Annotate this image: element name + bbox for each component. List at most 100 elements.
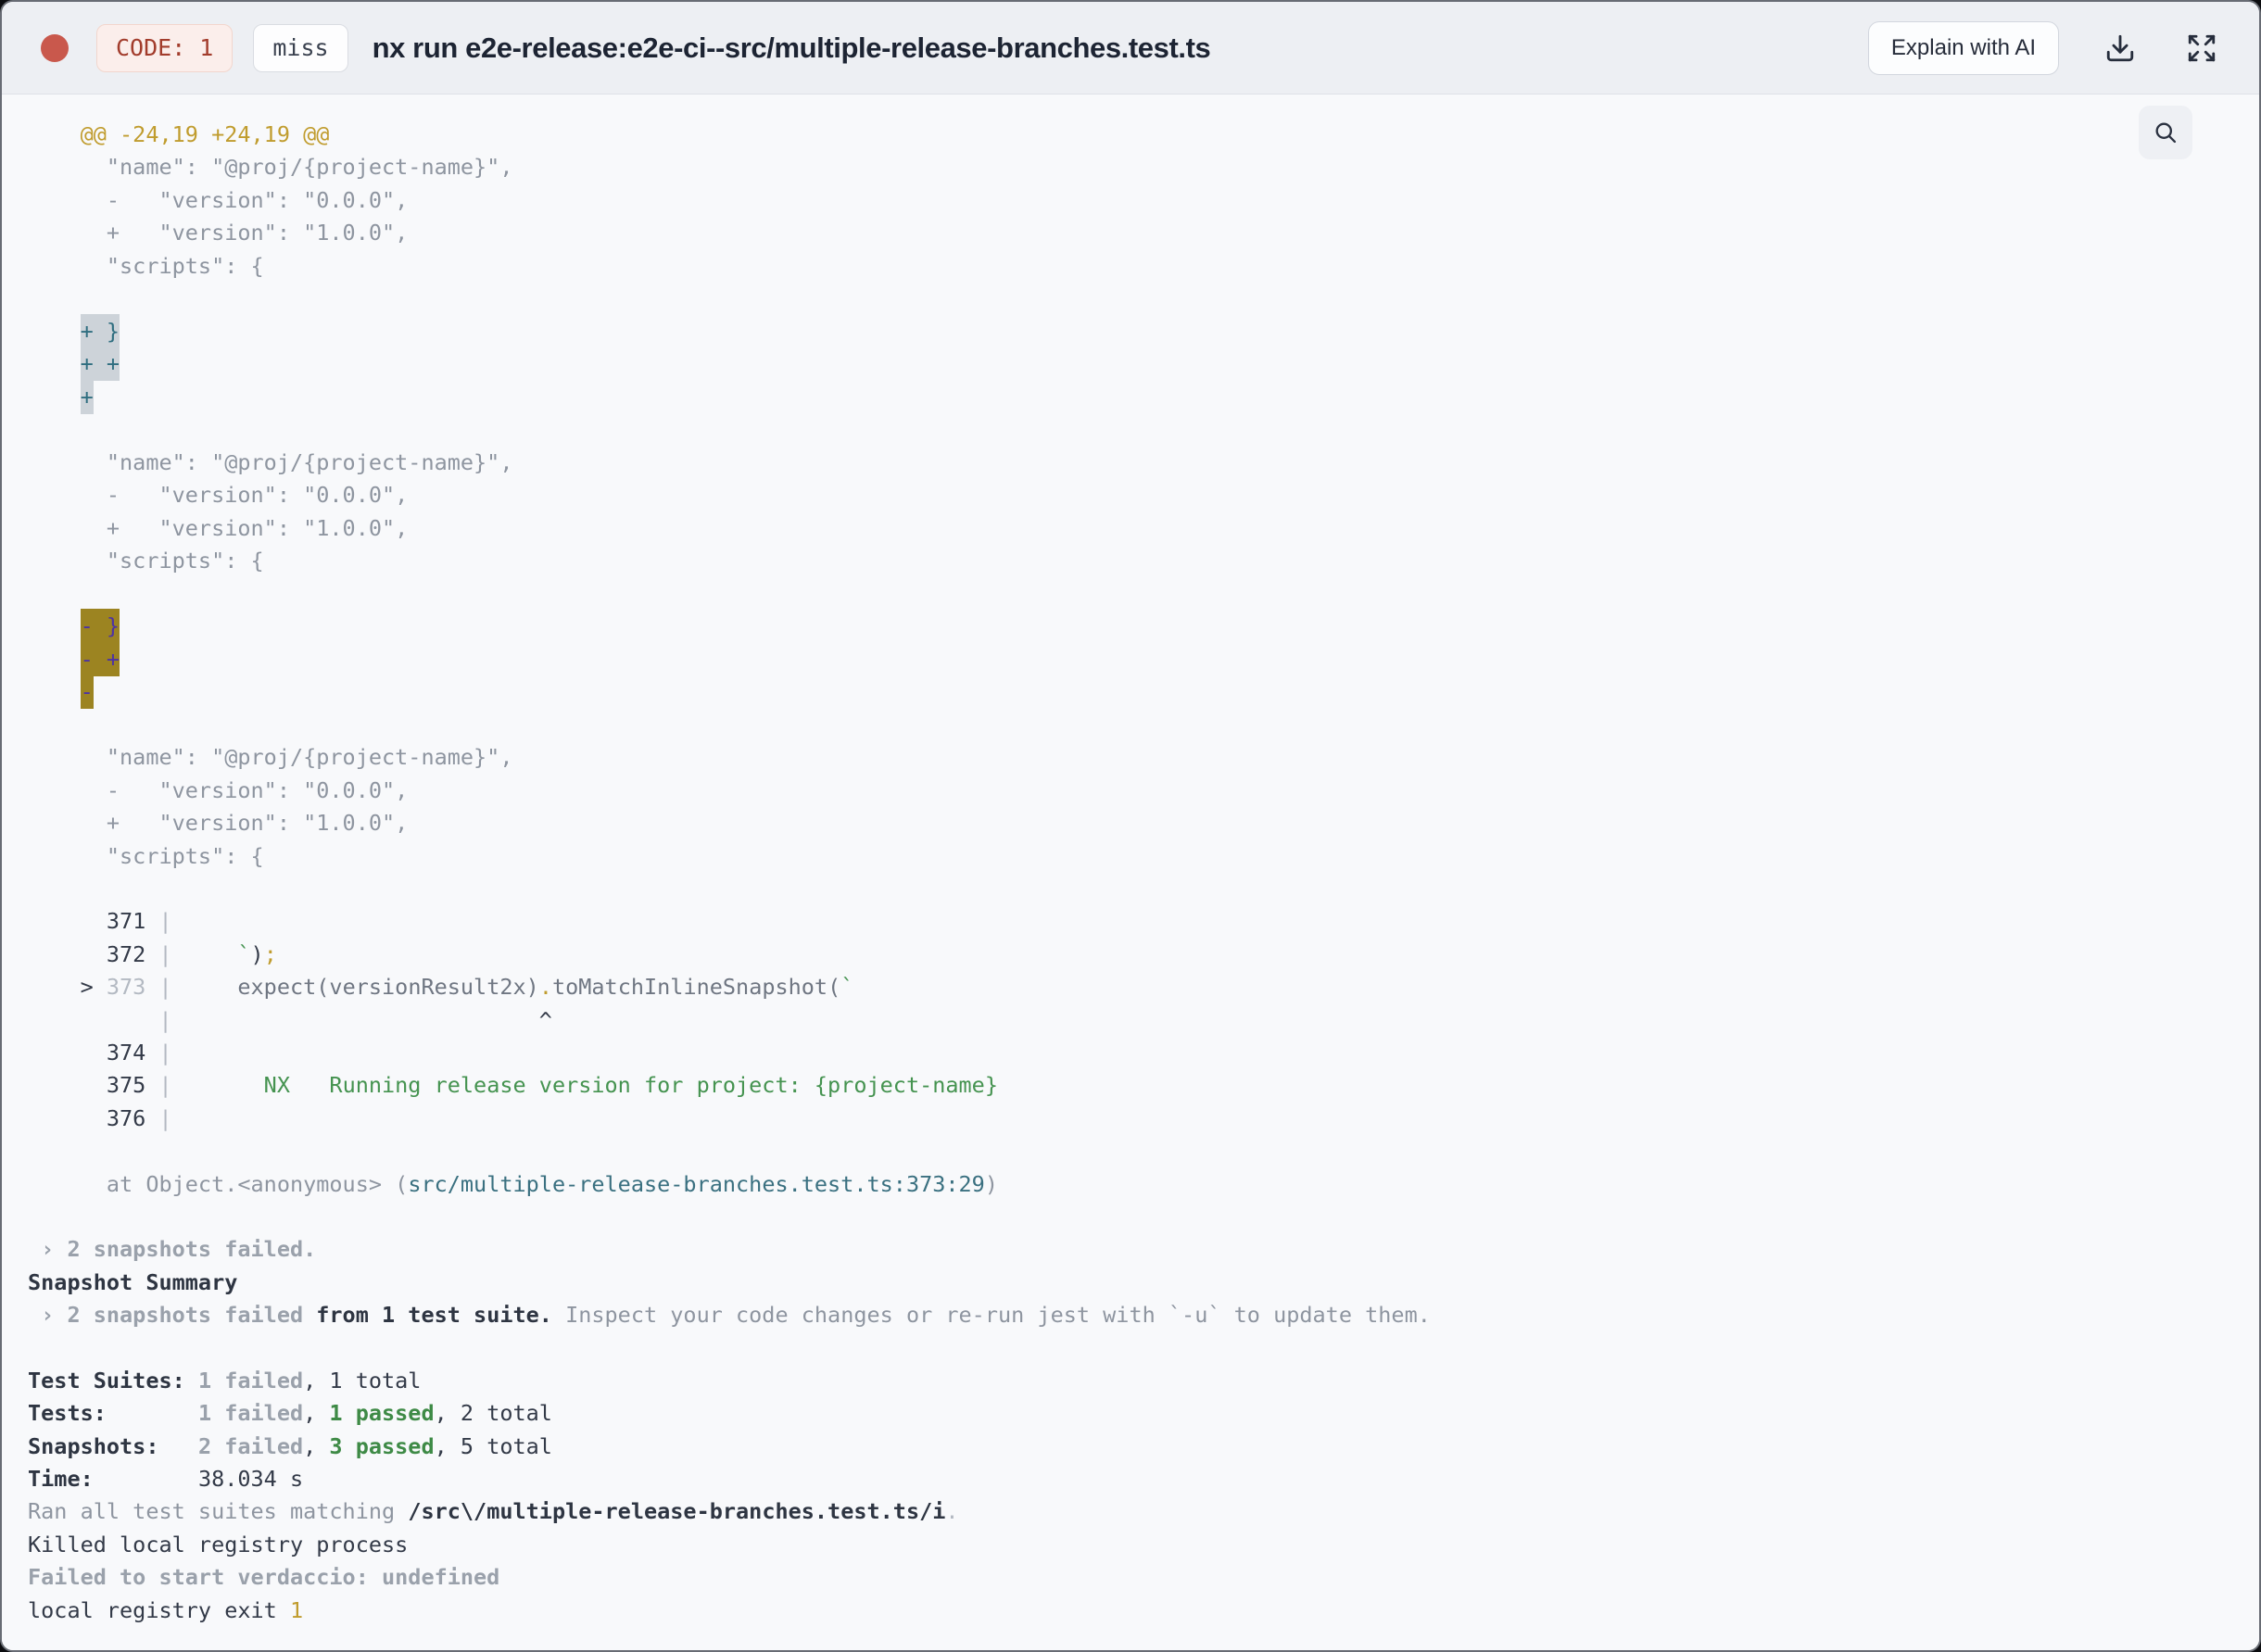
fullscreen-button[interactable] bbox=[2181, 28, 2222, 69]
log-span: Time: bbox=[28, 1466, 198, 1493]
log-span bbox=[28, 941, 107, 967]
log-line: "scripts": { bbox=[28, 545, 2259, 577]
log-output: @@ -24,19 +24,19 @@ "name": "@proj/{proj… bbox=[2, 95, 2259, 1627]
download-button[interactable] bbox=[2100, 28, 2141, 69]
log-span: , bbox=[303, 1400, 330, 1427]
status-dot bbox=[41, 33, 69, 62]
log-span: /src\/multiple-release-branches.test.ts/… bbox=[408, 1498, 946, 1525]
log-line: + "version": "1.0.0", bbox=[28, 217, 2259, 249]
explain-with-ai-button[interactable]: Explain with AI bbox=[1867, 20, 2059, 75]
log-span: 376 bbox=[106, 1104, 146, 1131]
log-span: 2 failed bbox=[197, 1432, 304, 1459]
log-panel[interactable]: @@ -24,19 +24,19 @@ "name": "@proj/{proj… bbox=[2, 95, 2259, 1650]
log-line: - "version": "0.0.0", bbox=[28, 775, 2259, 807]
log-span: + } bbox=[80, 313, 120, 348]
log-span: , bbox=[303, 1432, 330, 1459]
exit-code-badge: CODE: 1 bbox=[96, 23, 234, 72]
log-line: + "version": "1.0.0", bbox=[28, 512, 2259, 545]
log-span: 372 bbox=[106, 940, 146, 967]
log-line: Ran all test suites matching /src\/multi… bbox=[28, 1495, 2259, 1528]
log-line: 375 | NX Running release version for pro… bbox=[28, 1069, 2259, 1102]
log-span: Failed to start verdaccio: undefined bbox=[28, 1564, 500, 1591]
log-span: | bbox=[145, 940, 172, 967]
log-span: , 2 total bbox=[434, 1400, 552, 1427]
search-button[interactable] bbox=[2139, 106, 2192, 159]
log-line: 376 | bbox=[28, 1103, 2259, 1135]
log-span: "name": "@proj/{project-name}", bbox=[28, 154, 513, 181]
log-span bbox=[28, 908, 107, 934]
log-span bbox=[172, 974, 238, 1000]
log-span: 1 failed bbox=[197, 1367, 304, 1393]
log-line: "scripts": { bbox=[28, 250, 2259, 283]
log-span: @@ -24,19 +24,19 @@ bbox=[28, 121, 330, 147]
search-icon bbox=[2153, 120, 2179, 145]
log-span: - bbox=[80, 675, 94, 710]
task-output-window: CODE: 1 miss nx run e2e-release:e2e-ci--… bbox=[0, 0, 2261, 1652]
log-line: - } bbox=[28, 609, 2259, 644]
log-line: local registry exit 1 bbox=[28, 1595, 2259, 1627]
cache-miss-badge: miss bbox=[253, 23, 348, 72]
log-span: ) bbox=[984, 1170, 998, 1197]
header: CODE: 1 miss nx run e2e-release:e2e-ci--… bbox=[2, 2, 2259, 95]
log-span: Tests: bbox=[28, 1400, 198, 1427]
log-span: "scripts": { bbox=[28, 842, 264, 869]
log-span: - } bbox=[80, 609, 120, 644]
log-line: 372 | `); bbox=[28, 939, 2259, 971]
log-span: + bbox=[80, 379, 94, 414]
log-line: - "version": "0.0.0", bbox=[28, 479, 2259, 511]
log-span: . bbox=[945, 1498, 959, 1525]
log-span: "name": "@proj/{project-name}", bbox=[28, 448, 513, 475]
log-span: "name": "@proj/{project-name}", bbox=[28, 744, 513, 771]
log-span bbox=[28, 1072, 107, 1098]
log-span: 1 passed bbox=[329, 1400, 435, 1427]
log-line: Snapshots: 2 failed, 3 passed, 5 total bbox=[28, 1431, 2259, 1463]
log-span bbox=[28, 384, 81, 410]
log-span bbox=[28, 318, 81, 344]
log-span: 375 bbox=[106, 1072, 146, 1099]
log-span: from 1 test suite. bbox=[316, 1302, 552, 1329]
log-span: › 2 snapshots failed bbox=[28, 1302, 317, 1329]
log-span bbox=[28, 646, 81, 672]
log-span: toMatchInlineSnapshot( bbox=[551, 974, 841, 1001]
log-span: ) bbox=[250, 940, 264, 967]
log-span bbox=[28, 351, 81, 377]
log-span: 1 failed bbox=[197, 1400, 304, 1427]
log-span bbox=[28, 1040, 107, 1066]
log-span: 371 bbox=[106, 908, 146, 935]
log-span: - "version": "0.0.0", bbox=[28, 776, 409, 803]
log-span: - + bbox=[80, 641, 120, 676]
log-line: + + bbox=[28, 347, 2259, 382]
log-span: "scripts": { bbox=[28, 548, 264, 574]
log-span: | bbox=[145, 1039, 172, 1066]
log-line: Test Suites: 1 failed, 1 total bbox=[28, 1365, 2259, 1397]
log-line: Time: 38.034 s bbox=[28, 1463, 2259, 1495]
log-span: ; bbox=[263, 940, 277, 967]
log-line: "name": "@proj/{project-name}", bbox=[28, 151, 2259, 183]
log-span: , 1 total bbox=[303, 1367, 422, 1393]
log-span: NX Running release version for project: … bbox=[171, 1072, 998, 1099]
log-line: - "version": "0.0.0", bbox=[28, 184, 2259, 217]
log-span: › 2 snapshots failed. bbox=[28, 1236, 317, 1263]
log-span bbox=[28, 1105, 107, 1131]
log-span: at Object.<anonymous> ( bbox=[28, 1170, 409, 1197]
log-span: | bbox=[28, 1006, 172, 1033]
log-span: > bbox=[28, 974, 107, 1001]
log-line: Tests: 1 failed, 1 passed, 2 total bbox=[28, 1397, 2259, 1430]
log-span: Inspect your code changes or re-run jest… bbox=[551, 1302, 1431, 1329]
log-span: expect(versionResult2x) bbox=[237, 974, 539, 1001]
log-span: + "version": "1.0.0", bbox=[28, 220, 409, 246]
log-span bbox=[172, 941, 238, 967]
log-line: 374 | bbox=[28, 1037, 2259, 1069]
log-span: 3 passed bbox=[329, 1432, 435, 1459]
log-line: "scripts": { bbox=[28, 840, 2259, 873]
log-span: ` bbox=[237, 940, 251, 967]
log-span: + + bbox=[80, 347, 120, 382]
log-span: ` bbox=[840, 974, 854, 1001]
log-line: - bbox=[28, 675, 2259, 710]
